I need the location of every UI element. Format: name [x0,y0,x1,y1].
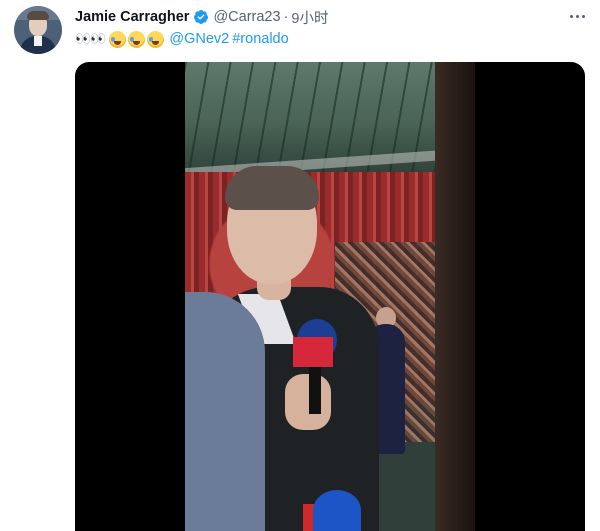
mention-link[interactable]: @GNev2 [169,31,229,47]
microphone-flag [293,337,333,367]
more-dot [569,14,573,18]
tweet-header: Jamie Carragher @Carra23 · 9小时 [75,7,328,28]
face-with-tears-of-joy-icon [128,30,146,48]
author-name[interactable]: Jamie Carragher [75,9,189,25]
presenter-hair [225,166,319,210]
foreground-person [185,292,265,531]
author-handle[interactable]: @Carra23 [213,9,280,25]
face-with-tears-of-joy-icon [109,30,127,48]
tweet-text: 👀👀 @GNev2 #ronaldo [75,29,289,49]
author-avatar[interactable] [14,6,62,54]
more-dot [581,14,585,18]
screen-edge [435,62,475,531]
hashtag-link[interactable]: #ronaldo [232,31,288,47]
tweet-media[interactable] [75,62,585,531]
presenter-hand [285,374,331,430]
video-thumbnail[interactable] [185,62,475,531]
microphone-handle [309,364,321,414]
eyes-emoji-text: 👀👀 [75,31,106,46]
more-options-icon[interactable] [566,8,588,24]
avatar-hair [27,11,49,20]
tweet[interactable]: Jamie Carragher @Carra23 · 9小时 👀👀 @GNev2… [0,0,600,531]
face-with-tears-of-joy-icon [147,30,165,48]
tweet-timestamp[interactable]: 9小时 [291,7,328,28]
avatar-collar [34,36,42,46]
meta-separator: · [283,9,289,25]
verified-badge-icon [194,10,209,24]
more-dot [575,14,579,18]
foreground-microphone [313,490,361,531]
